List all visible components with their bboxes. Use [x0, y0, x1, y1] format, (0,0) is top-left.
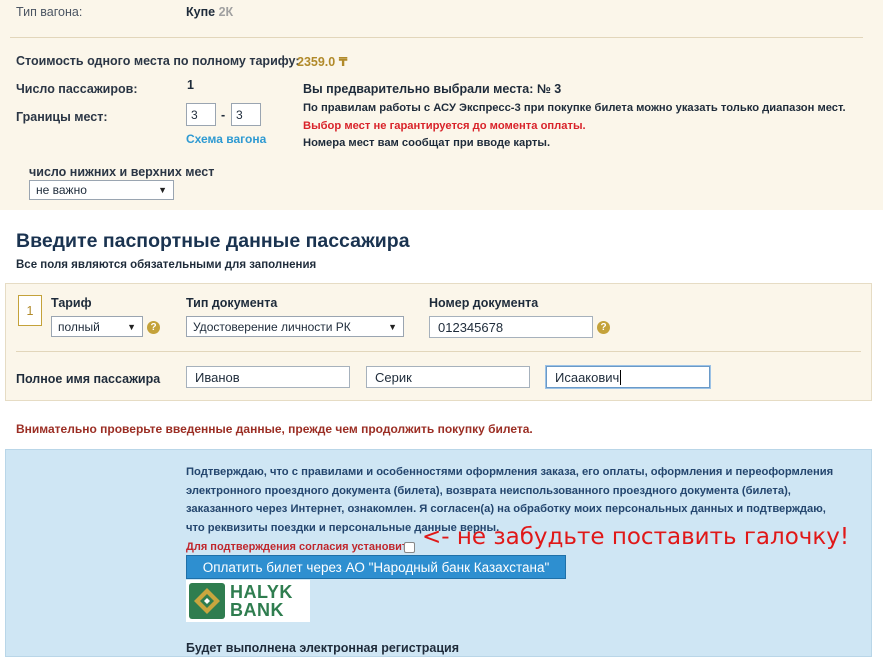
car-class: 2К [218, 5, 234, 19]
doc-number-label: Номер документа [429, 296, 539, 310]
registration-note: Будет выполнена электронная регистрация [186, 641, 460, 655]
agree-checkbox[interactable] [404, 542, 415, 553]
seat-note: Номера мест вам сообщат при вводе карты. [303, 137, 551, 149]
doc-type-selected: Удостоверение личности РК [193, 319, 351, 334]
seat-range-dash: - [221, 108, 226, 122]
chevron-down-icon: ▼ [388, 321, 397, 332]
first-name-value: Серик [375, 369, 412, 385]
seat-warning: Выбор мест не гарантируется до момента о… [303, 120, 586, 132]
first-name-input[interactable]: Серик [366, 366, 530, 388]
help-icon[interactable]: ? [597, 321, 610, 334]
text-cursor [620, 369, 622, 385]
tariff-selected: полный [58, 319, 100, 334]
berth-select[interactable]: не важно ▼ [29, 180, 174, 200]
passport-heading: Введите паспортные данные пассажира [16, 230, 410, 252]
check-data-notice: Внимательно проверьте введенные данные, … [16, 422, 533, 436]
doc-number-input[interactable]: 012345678 [429, 316, 593, 338]
seat-to-value: 3 [236, 107, 243, 122]
fullname-label: Полное имя пассажира [16, 372, 161, 386]
seat-to-input[interactable]: 3 [231, 103, 261, 126]
divider [16, 351, 861, 352]
passengers-label: Число пассажиров: [16, 82, 138, 96]
chevron-down-icon: ▼ [127, 321, 136, 332]
passport-subheading: Все поля являются обязательными для запо… [16, 259, 317, 271]
last-name-value: Иванов [195, 369, 240, 385]
car-scheme-link[interactable]: Схема вагона [186, 132, 266, 146]
tariff-label: Тариф [51, 296, 92, 310]
bank-logo-line2: BANK [230, 600, 284, 620]
berth-label: число нижних и верхних мест [29, 165, 215, 179]
car-type-name: Купе [186, 5, 216, 19]
berth-selected: не важно [36, 183, 87, 197]
car-type-value: Купе 2К [186, 5, 233, 19]
car-type-label: Тип вагона: [16, 5, 83, 19]
middle-name-input[interactable]: Исаакович [546, 366, 710, 388]
price-label: Стоимость одного места по полному тарифу… [16, 54, 300, 68]
handwritten-annotation: <- не забудьте поставить галочку! [422, 524, 850, 550]
chevron-down-icon: ▼ [158, 185, 167, 195]
seat-from-value: 3 [191, 107, 198, 122]
pay-halyk-button[interactable]: Оплатить билет через АО "Народный банк К… [186, 555, 566, 579]
seat-range-label: Границы мест: [16, 110, 108, 124]
doc-type-select[interactable]: Удостоверение личности РК ▼ [186, 316, 404, 337]
tariff-select[interactable]: полный ▼ [51, 316, 143, 337]
halyk-bank-logo: HALYK BANK [186, 580, 310, 622]
help-icon[interactable]: ? [147, 321, 160, 334]
middle-name-value: Исаакович [555, 369, 620, 385]
chosen-seats: Вы предварительно выбрали места: № 3 [303, 82, 562, 96]
passengers-value: 1 [187, 78, 194, 92]
agree-label: Для подтверждения согласия установите [186, 541, 414, 553]
seat-from-input[interactable]: 3 [186, 103, 216, 126]
last-name-input[interactable]: Иванов [186, 366, 350, 388]
passenger-number-badge: 1 [18, 295, 42, 326]
divider [10, 37, 863, 38]
doc-number-value: 012345678 [438, 319, 504, 335]
seat-rule-text: По правилам работы с АСУ Экспресс-3 при … [303, 102, 846, 114]
price-value: 2359.0 ₸ [297, 55, 348, 69]
doc-type-label: Тип документа [186, 296, 278, 310]
